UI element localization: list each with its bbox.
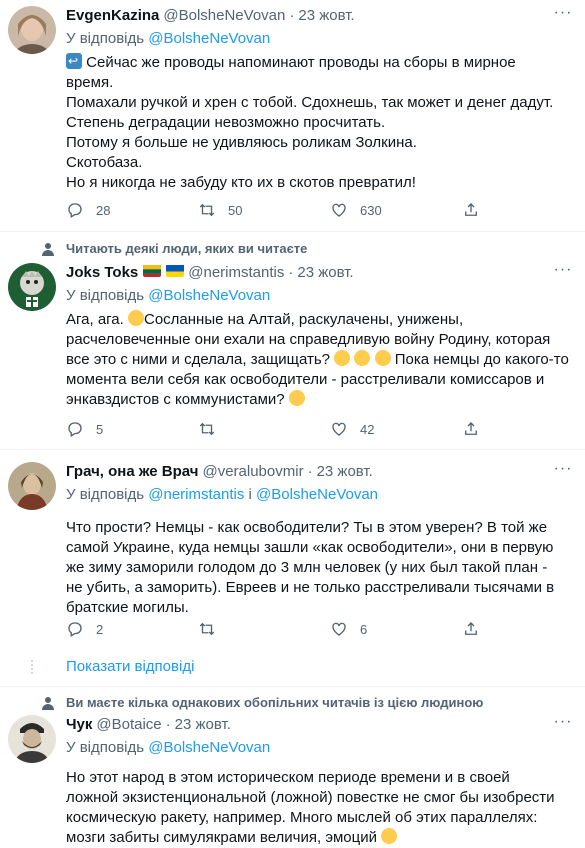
separator-dot: · bbox=[307, 463, 313, 480]
author-handle[interactable]: @BolsheNeVovan bbox=[163, 6, 285, 26]
tweet-header: Грач, она же Врач @veralubovmir · 23 жов… bbox=[66, 462, 573, 482]
reply-to-link[interactable]: @BolsheNeVovan bbox=[148, 739, 270, 756]
tweet-date[interactable]: 23 жовт. bbox=[175, 715, 231, 735]
share-button[interactable] bbox=[462, 620, 585, 638]
reply-count: 5 bbox=[96, 421, 104, 437]
lithuania-flag-icon bbox=[143, 264, 162, 277]
author-name[interactable]: Грач, она же Врач bbox=[66, 462, 198, 482]
show-replies-link[interactable]: Показати відповіді bbox=[66, 657, 194, 677]
reply-to-link[interactable]: @BolsheNeVovan bbox=[148, 30, 270, 47]
share-button[interactable] bbox=[462, 201, 585, 219]
retweet-icon bbox=[199, 622, 215, 636]
separator-dot: · bbox=[165, 716, 171, 733]
reply-button[interactable]: 5 bbox=[66, 420, 198, 438]
retweet-button[interactable] bbox=[198, 420, 330, 438]
reply-context: У відповідь @BolsheNeVovan bbox=[66, 738, 573, 758]
more-icon[interactable]: ··· bbox=[553, 262, 573, 285]
tweet-header: Чук @Botaice · 23 жовт. bbox=[66, 715, 573, 735]
retweet-button[interactable] bbox=[198, 620, 330, 638]
reply-button[interactable]: 28 bbox=[66, 201, 198, 219]
reply-icon bbox=[68, 422, 82, 437]
reply-context: У відповідь @nerimstantis і @BolsheNeVov… bbox=[66, 485, 573, 505]
ukraine-flag-icon bbox=[166, 264, 185, 277]
avatar[interactable] bbox=[8, 263, 56, 311]
tweet-actions: 5 42 bbox=[66, 420, 585, 438]
author-handle[interactable]: @nerimstantis bbox=[188, 263, 284, 283]
avatar[interactable] bbox=[8, 6, 56, 54]
author-handle[interactable]: @Botaice bbox=[96, 715, 161, 735]
laughing-tears-emoji-icon bbox=[334, 350, 351, 366]
laughing-tears-emoji-icon bbox=[354, 350, 371, 366]
author-name[interactable]: Чук bbox=[66, 715, 92, 735]
like-icon bbox=[332, 622, 346, 636]
like-count: 42 bbox=[360, 421, 375, 437]
like-button[interactable]: 6 bbox=[330, 620, 462, 638]
social-context[interactable]: Читають деякі люди, яких ви читаєте bbox=[66, 241, 307, 257]
reply-to-link[interactable]: @BolsheNeVovan bbox=[256, 486, 378, 503]
reply-prefix: У відповідь bbox=[66, 486, 145, 503]
like-icon bbox=[332, 203, 346, 217]
tweet-date[interactable]: 23 жовт. bbox=[297, 263, 353, 283]
tweet-header: EvgenKazina @BolsheNeVovan · 23 жовт. bbox=[66, 6, 573, 26]
reply-to-link[interactable]: @nerimstantis bbox=[148, 486, 244, 503]
share-icon bbox=[465, 422, 477, 435]
like-count: 6 bbox=[360, 621, 368, 637]
more-icon[interactable]: ··· bbox=[553, 5, 573, 28]
tweet-text: Сейчас же проводы напоминают проводы на … bbox=[66, 51, 573, 193]
more-icon[interactable]: ··· bbox=[553, 461, 573, 484]
like-count: 630 bbox=[360, 202, 382, 218]
tweet-text: Ага, ага. Сосланные на Алтай, раскулачен… bbox=[66, 310, 569, 408]
reply-count: 28 bbox=[96, 202, 111, 218]
laughing-tears-emoji-icon bbox=[374, 350, 391, 366]
retweet-icon bbox=[199, 203, 215, 217]
retweet-icon bbox=[199, 422, 215, 436]
reply-icon bbox=[68, 622, 82, 637]
share-icon bbox=[465, 203, 477, 216]
grinning-emoji-icon bbox=[128, 310, 144, 326]
reply-context: У відповідь @BolsheNeVovan bbox=[66, 29, 573, 49]
author-name[interactable]: EvgenKazina bbox=[66, 6, 159, 26]
social-context[interactable]: Ви маєте кілька однакових обопільних чит… bbox=[66, 695, 483, 711]
tweet[interactable]: EvgenKazina @BolsheNeVovan · 23 жовт. У … bbox=[0, 0, 585, 226]
like-button[interactable]: 630 bbox=[330, 201, 462, 219]
return-arrow-emoji-icon bbox=[66, 51, 82, 71]
tweet-actions: 2 6 bbox=[66, 620, 585, 638]
tweet[interactable]: Читають деякі люди, яких ви читаєте Joks… bbox=[0, 232, 585, 446]
author-handle[interactable]: @veralubovmir bbox=[202, 462, 303, 482]
reply-to-link[interactable]: @BolsheNeVovan bbox=[148, 287, 270, 304]
like-button[interactable]: 42 bbox=[330, 420, 462, 438]
share-button[interactable] bbox=[462, 420, 585, 438]
avatar[interactable] bbox=[8, 462, 56, 510]
author-name[interactable]: Joks Toks bbox=[66, 263, 138, 283]
avatar[interactable] bbox=[8, 715, 56, 763]
thread-dots bbox=[31, 660, 33, 674]
person-icon bbox=[42, 697, 54, 710]
tweet[interactable]: Ви маєте кілька однакових обопільних чит… bbox=[0, 687, 585, 848]
tweet-actions: 28 50 630 bbox=[66, 201, 585, 219]
tweet-date[interactable]: 23 жовт. bbox=[298, 6, 354, 26]
thinking-emoji-icon bbox=[381, 828, 398, 844]
tweet-header: Joks Toks @nerimstantis · 23 жовт. bbox=[66, 263, 573, 283]
reply-count: 2 bbox=[96, 621, 104, 637]
reply-icon bbox=[68, 203, 82, 218]
person-icon bbox=[42, 243, 54, 256]
reply-prefix: У відповідь bbox=[66, 739, 145, 756]
retweet-button[interactable]: 50 bbox=[198, 201, 330, 219]
reply-button[interactable]: 2 bbox=[66, 620, 198, 638]
tweet-text: Что прости? Немцы - как освободители? Ты… bbox=[66, 519, 555, 616]
tweet[interactable]: Грач, она же Врач @veralubovmir · 23 жов… bbox=[0, 450, 585, 650]
share-icon bbox=[465, 622, 477, 635]
reply-prefix: У відповідь bbox=[66, 287, 145, 304]
reply-prefix: У відповідь bbox=[66, 30, 145, 47]
more-icon[interactable]: ··· bbox=[553, 714, 573, 737]
tweet-text: Но этот народ в этом историческом период… bbox=[66, 769, 555, 846]
separator-dot: · bbox=[288, 264, 294, 281]
flushed-emoji-icon bbox=[288, 390, 305, 406]
reply-and: і bbox=[248, 486, 252, 503]
retweet-count: 50 bbox=[228, 202, 243, 218]
separator-dot: · bbox=[289, 7, 295, 24]
tweet-date[interactable]: 23 жовт. bbox=[317, 462, 373, 482]
like-icon bbox=[332, 422, 346, 436]
reply-context: У відповідь @BolsheNeVovan bbox=[66, 286, 573, 306]
